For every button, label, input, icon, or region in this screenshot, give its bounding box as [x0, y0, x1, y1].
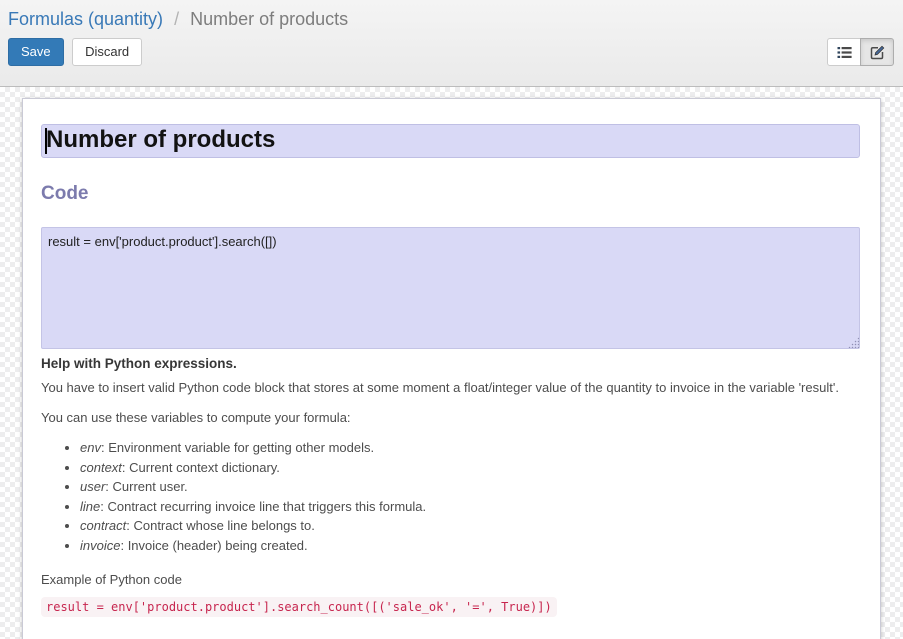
variable-description: : Contract recurring invoice line that t…	[100, 499, 426, 514]
breadcrumb-parent-link[interactable]: Formulas (quantity)	[8, 9, 163, 29]
help-block: Help with Python expressions. You have t…	[41, 356, 860, 617]
variable-description: : Current context dictionary.	[122, 460, 280, 475]
help-heading: Help with Python expressions.	[41, 356, 860, 371]
variable-item-context: context: Current context dictionary.	[80, 458, 860, 478]
list-icon	[837, 46, 852, 59]
variables-list: env: Environment variable for getting ot…	[41, 438, 860, 555]
variable-name: invoice	[80, 538, 120, 553]
variable-description: : Environment variable for getting other…	[101, 440, 374, 455]
variable-description: : Current user.	[105, 479, 187, 494]
variable-name: line	[80, 499, 100, 514]
code-field-wrap: result = env['product.product'].search([…	[41, 227, 860, 349]
variable-name: contract	[80, 518, 126, 533]
form-editable-area: Code result = env['product.product'].sea…	[0, 87, 903, 639]
toolbar: Save Discard	[0, 37, 903, 66]
breadcrumb-separator: /	[168, 9, 185, 29]
variable-name: user	[80, 479, 105, 494]
help-paragraph-result: You have to insert valid Python code blo…	[41, 380, 860, 395]
breadcrumb-current: Number of products	[190, 9, 348, 29]
record-buttons: Save Discard	[8, 38, 142, 66]
text-cursor	[45, 128, 47, 154]
name-field-input[interactable]	[41, 124, 860, 158]
title-field-wrap	[41, 124, 860, 158]
view-manager-header: Formulas (quantity) / Number of products…	[0, 0, 903, 87]
help-paragraph-variables: You can use these variables to compute y…	[41, 410, 860, 425]
form-sheet: Code result = env['product.product'].sea…	[22, 98, 881, 639]
variable-item-user: user: Current user.	[80, 477, 860, 497]
save-button[interactable]: Save	[8, 38, 64, 66]
discard-button[interactable]: Discard	[72, 38, 142, 66]
variable-name: env	[80, 440, 101, 455]
example-label: Example of Python code	[41, 572, 860, 587]
variable-item-contract: contract: Contract whose line belongs to…	[80, 516, 860, 536]
view-switcher	[827, 38, 894, 66]
breadcrumb: Formulas (quantity) / Number of products	[0, 0, 903, 37]
variable-item-invoice: invoice: Invoice (header) being created.	[80, 536, 860, 556]
variable-item-env: env: Environment variable for getting ot…	[80, 438, 860, 458]
edit-pencil-icon	[870, 45, 885, 60]
variable-item-line: line: Contract recurring invoice line th…	[80, 497, 860, 517]
form-view-button[interactable]	[860, 38, 894, 66]
variable-name: context	[80, 460, 122, 475]
list-view-button[interactable]	[827, 38, 861, 66]
example-code: result = env['product.product'].search_c…	[41, 597, 557, 617]
form-view-page: Formulas (quantity) / Number of products…	[0, 0, 903, 639]
code-field-textarea[interactable]: result = env['product.product'].search([…	[41, 227, 860, 349]
variable-description: : Contract whose line belongs to.	[126, 518, 315, 533]
code-section-label: Code	[41, 183, 860, 205]
variable-description: : Invoice (header) being created.	[120, 538, 307, 553]
